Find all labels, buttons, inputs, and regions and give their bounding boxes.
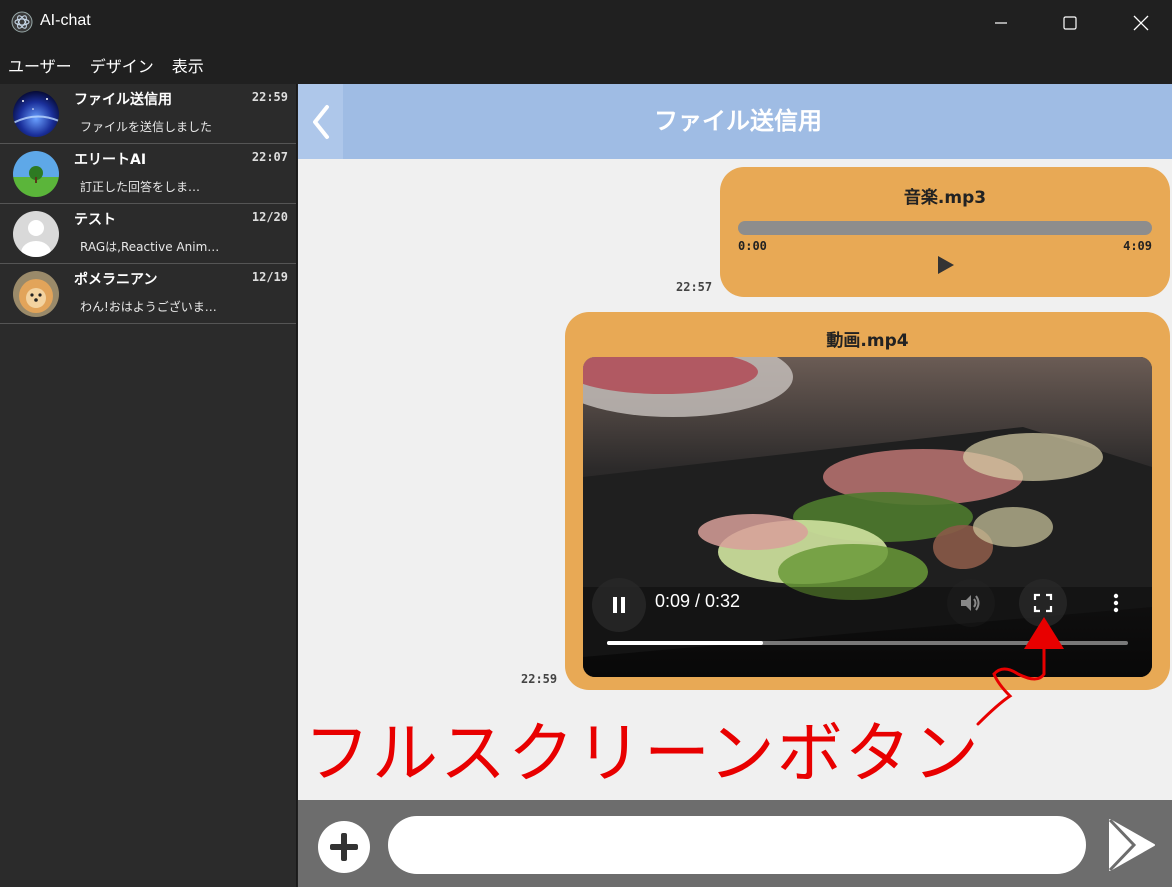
chat-preview: わん!おはようございま… <box>80 300 217 314</box>
avatar <box>13 271 59 317</box>
video-message-bubble: 動画.mp4 0:09 / 0:32 <box>565 312 1170 690</box>
pause-icon <box>613 597 625 613</box>
message-input-bar <box>298 800 1172 887</box>
chat-time: 22:07 <box>251 150 288 164</box>
message-input[interactable] <box>388 816 1086 874</box>
video-progress-bar[interactable] <box>607 641 1128 645</box>
chat-item-elite-ai[interactable]: エリートAI 22:07 訂正した回答をしま… <box>0 144 296 204</box>
pause-button[interactable] <box>592 578 646 632</box>
message-time: 22:59 <box>521 672 558 686</box>
chat-item-file-transfer[interactable]: ファイル送信用 22:59 ファイルを送信しました <box>0 84 296 144</box>
menu-design[interactable]: デザイン <box>90 53 154 77</box>
chat-area: ファイル送信用 22:57 音楽.mp3 0:00 4:09 22:59 動画.… <box>298 84 1172 800</box>
avatar <box>13 211 59 257</box>
add-attachment-button[interactable] <box>318 821 370 873</box>
chat-list-sidebar: ファイル送信用 22:59 ファイルを送信しました エリートAI 22:07 訂… <box>0 84 297 887</box>
page-title: ファイル送信用 <box>654 107 822 135</box>
menu-user[interactable]: ユーザー <box>8 53 72 77</box>
chat-preview: RAGは,Reactive Anim… <box>80 240 220 254</box>
volume-icon <box>961 595 980 611</box>
close-icon <box>1133 15 1149 31</box>
chat-name: テスト <box>74 212 116 228</box>
audio-duration: 4:09 <box>1123 239 1152 253</box>
annotation-label: フルスクリーンボタン <box>304 715 981 792</box>
audio-current-time: 0:00 <box>738 239 767 253</box>
chat-name: ファイル送信用 <box>74 92 172 108</box>
chat-time: 12/19 <box>251 270 288 284</box>
chat-name: エリートAI <box>74 152 147 168</box>
avatar <box>13 91 59 137</box>
video-player[interactable]: 0:09 / 0:32 <box>583 357 1152 677</box>
chat-item-pomeranian[interactable]: ポメラニアン 12/19 わん!おはようございま… <box>0 264 296 324</box>
chat-time: 12/20 <box>251 210 288 224</box>
plus-icon <box>330 833 358 861</box>
audio-seek-bar[interactable] <box>738 221 1152 235</box>
chat-time: 22:59 <box>251 90 288 104</box>
more-vertical-icon <box>1113 593 1119 613</box>
more-options-button[interactable] <box>1092 579 1140 627</box>
video-frame <box>583 357 1152 677</box>
fullscreen-button[interactable] <box>1019 579 1067 627</box>
title-bar: AI-chat <box>0 0 1172 46</box>
file-name: 音楽.mp3 <box>903 188 987 208</box>
file-name: 動画.mp4 <box>826 331 909 351</box>
chat-preview: 訂正した回答をしま… <box>80 180 201 194</box>
app-logo-icon <box>11 11 33 33</box>
video-progress-fill <box>607 641 764 645</box>
maximize-button[interactable] <box>1047 0 1093 46</box>
fullscreen-icon <box>1033 593 1053 613</box>
menu-bar: ユーザー デザイン 表示 <box>0 46 1172 84</box>
play-icon[interactable] <box>936 255 956 275</box>
window-title: AI-chat <box>40 12 91 29</box>
maximize-icon <box>1063 16 1077 30</box>
menu-view[interactable]: 表示 <box>172 53 204 77</box>
close-button[interactable] <box>1118 0 1164 46</box>
mute-button[interactable] <box>947 579 995 627</box>
video-time-display: 0:09 / 0:32 <box>655 591 741 611</box>
minimize-icon <box>995 22 1007 24</box>
chat-item-test[interactable]: テスト 12/20 RAGは,Reactive Anim… <box>0 204 296 264</box>
chat-name: ポメラニアン <box>74 272 158 288</box>
minimize-button[interactable] <box>978 0 1024 46</box>
chat-header: ファイル送信用 <box>298 84 1172 159</box>
audio-message-bubble: 音楽.mp3 0:00 4:09 <box>720 167 1170 297</box>
chat-preview: ファイルを送信しました <box>80 120 213 134</box>
send-icon[interactable] <box>1106 817 1158 873</box>
message-time: 22:57 <box>676 280 713 294</box>
avatar <box>13 151 59 197</box>
